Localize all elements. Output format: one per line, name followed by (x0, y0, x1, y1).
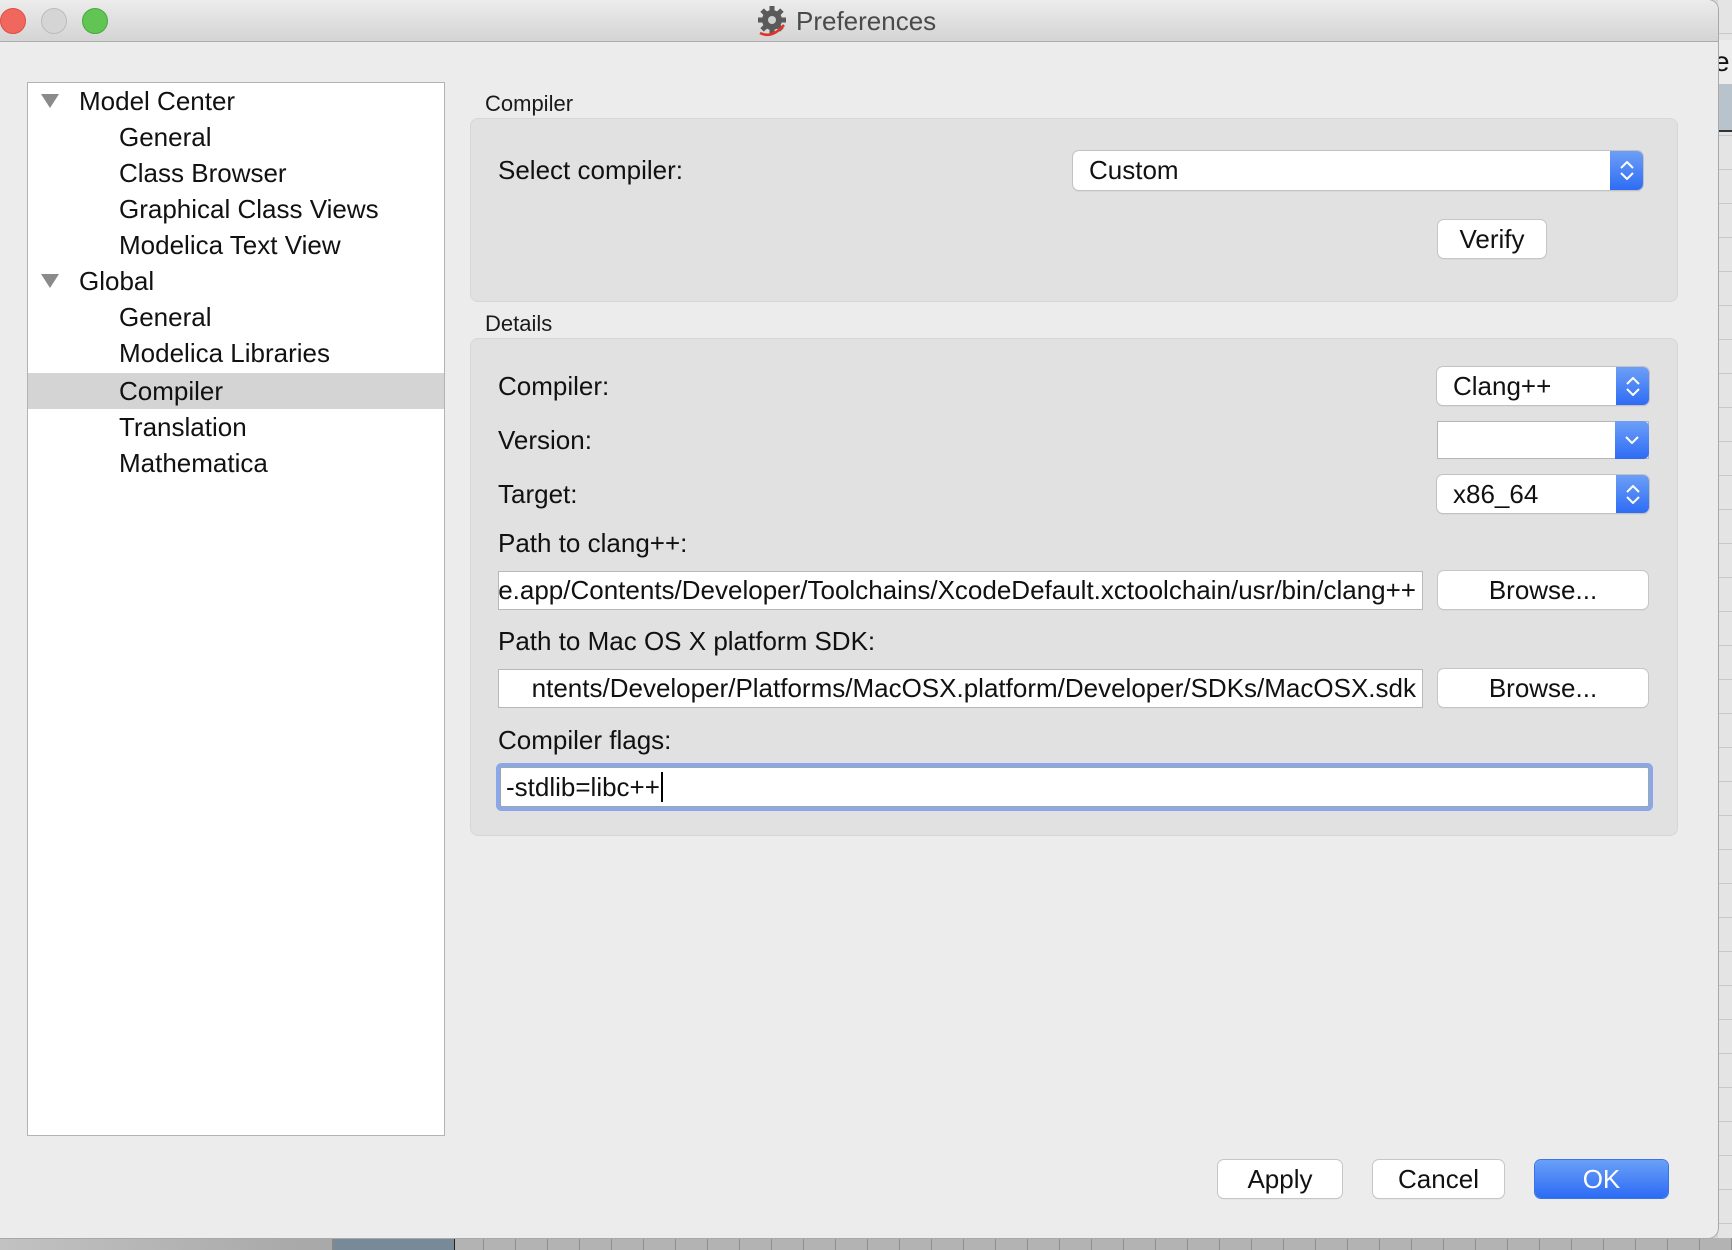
title-bar[interactable]: Preferences (0, 0, 1718, 42)
tree-item-mathematica[interactable]: Mathematica (28, 445, 444, 481)
version-label: Version: (498, 425, 592, 455)
cancel-button[interactable]: Cancel (1373, 1160, 1504, 1198)
background-band (1718, 84, 1732, 132)
compiler-label: Compiler: (498, 371, 610, 401)
background-grid (1718, 0, 1732, 1250)
compiler-dropdown[interactable]: Clang++ (1437, 367, 1649, 405)
target-dropdown[interactable]: x86_64 (1437, 475, 1649, 513)
tree-item-label: Graphical Class Views (119, 193, 379, 224)
tree-item-label: Mathematica (119, 447, 268, 478)
tree-item-graphical-class-views[interactable]: Graphical Class Views (28, 191, 444, 227)
preferences-window: Preferences Model Center General Class B… (0, 0, 1718, 1238)
clang-path-label: Path to clang++: (498, 528, 688, 558)
tree-item-label: General (119, 121, 212, 152)
tree-item-label: Modelica Libraries (119, 337, 330, 368)
tree-item-label: Class Browser (119, 157, 287, 188)
background-header: e (1718, 40, 1732, 84)
tree-item-modelica-libraries[interactable]: Modelica Libraries (28, 335, 444, 371)
tree-item-translation[interactable]: Translation (28, 409, 444, 445)
compiler-group (470, 118, 1678, 302)
browse-sdk-button[interactable]: Browse... (1438, 669, 1648, 707)
background-header-text: e (1718, 46, 1730, 77)
window-title-text: Preferences (796, 5, 937, 36)
compiler-flags-value: -stdlib=libc++ (506, 771, 660, 802)
select-compiler-label: Select compiler: (498, 155, 683, 185)
preferences-tree[interactable]: Model Center General Class Browser Graph… (27, 82, 445, 1136)
target-label: Target: (498, 479, 578, 509)
tree-item-label: General (119, 301, 212, 332)
tree-item-class-browser[interactable]: Class Browser (28, 155, 444, 191)
tree-item-label: Modelica Text View (119, 229, 341, 260)
window-title: Preferences (756, 4, 936, 38)
compiler-flags-input[interactable]: -stdlib=libc++ (500, 767, 1649, 807)
verify-button[interactable]: Verify (1438, 220, 1546, 258)
version-combobox[interactable] (1437, 421, 1649, 459)
up-down-chevron-icon (1616, 367, 1649, 405)
details-group-title: Details (485, 311, 553, 336)
select-compiler-dropdown[interactable]: Custom (1073, 151, 1643, 190)
compiler-group-title: Compiler (485, 91, 574, 116)
text-caret (660, 772, 663, 802)
compiler-value: Clang++ (1453, 370, 1552, 401)
select-compiler-value: Custom (1089, 155, 1179, 185)
tree-item-model-center[interactable]: Model Center (28, 83, 444, 119)
close-button[interactable] (0, 8, 26, 34)
tree-item-label: Translation (119, 411, 247, 442)
sdk-path-value: ntents/Developer/Platforms/MacOSX.platfo… (531, 673, 1416, 703)
zoom-button[interactable] (82, 8, 108, 34)
expand-triangle-icon[interactable] (41, 274, 59, 288)
tree-item-model-center-general[interactable]: General (28, 119, 444, 155)
compiler-flags-label: Compiler flags: (498, 725, 672, 755)
apply-button[interactable]: Apply (1218, 1160, 1342, 1198)
gear-icon (758, 6, 786, 36)
clang-path-field[interactable]: /Applications/Xcode.app/Contents/Develop… (498, 571, 1423, 610)
background-bottom-tab (332, 1238, 455, 1250)
expand-triangle-icon[interactable] (41, 94, 59, 108)
tree-item-compiler[interactable]: Compiler (28, 373, 444, 409)
tree-item-global[interactable]: Global (28, 263, 444, 299)
sdk-path-field[interactable]: ntents/Developer/Platforms/MacOSX.platfo… (498, 669, 1423, 708)
tree-item-label: Global (79, 265, 155, 296)
target-value: x86_64 (1453, 478, 1539, 509)
chevron-down-icon[interactable] (1615, 421, 1649, 459)
tree-item-global-general[interactable]: General (28, 299, 444, 335)
tree-item-label: Model Center (79, 85, 236, 116)
minimize-button[interactable] (41, 8, 67, 34)
up-down-chevron-icon (1610, 151, 1643, 190)
ok-button[interactable]: OK (1535, 1160, 1668, 1198)
sdk-path-label: Path to Mac OS X platform SDK: (498, 626, 876, 656)
background-bottom-grid (452, 1238, 1732, 1250)
browse-clang-button[interactable]: Browse... (1438, 571, 1648, 609)
tree-item-label: Compiler (119, 375, 224, 406)
up-down-chevron-icon (1616, 475, 1649, 513)
clang-path-value: /Applications/Xcode.app/Contents/Develop… (498, 575, 1416, 605)
tree-item-modelica-text-view[interactable]: Modelica Text View (28, 227, 444, 263)
